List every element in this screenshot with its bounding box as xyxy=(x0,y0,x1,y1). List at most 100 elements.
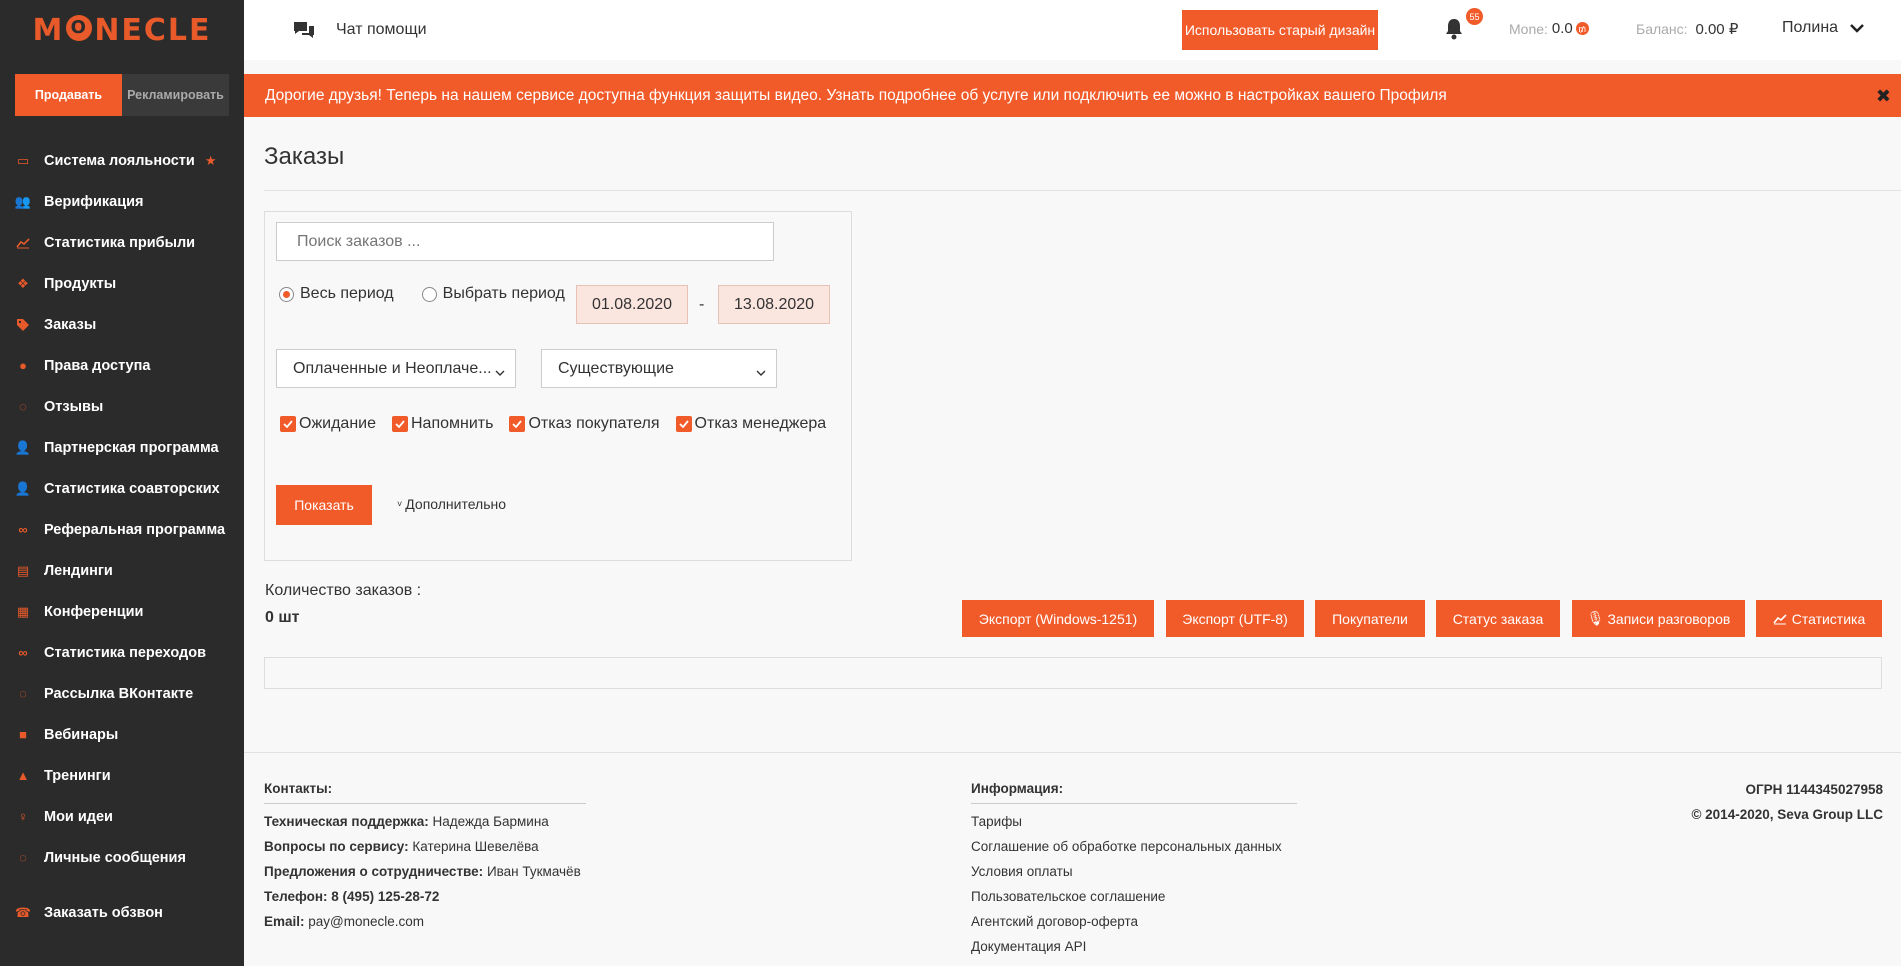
banner-text: Дорогие друзья! Теперь на нашем сервисе … xyxy=(265,86,1447,104)
old-design-button[interactable]: Использовать старый дизайн xyxy=(1182,10,1378,50)
check-icon xyxy=(280,416,296,432)
orders-count-value: 0 шт xyxy=(265,609,300,626)
order-status-button[interactable]: Статус заказа xyxy=(1436,600,1560,637)
sidebar-item-ideas[interactable]: ♀ Мои идеи xyxy=(0,796,244,837)
close-icon[interactable]: ✖ xyxy=(1876,86,1891,107)
sidebar-item-label: Отзывы xyxy=(44,398,104,415)
sidebar-item-label: Статистика соавторских xyxy=(44,480,220,497)
footer-link-payment-terms[interactable]: Условия оплаты xyxy=(971,863,1297,888)
radio-all-period[interactable] xyxy=(279,286,294,302)
phone-icon: ☎ xyxy=(14,905,32,920)
sidebar-item-landings[interactable]: ▤ Лендинги xyxy=(0,550,244,591)
sidebar-item-referral[interactable]: ∞ Реферальная программа xyxy=(0,509,244,550)
balance-value: 0.00 ₽ xyxy=(1695,21,1739,38)
footer-info: Информация: Тарифы Соглашение об обработ… xyxy=(971,781,1297,963)
sidebar-item-access-rights[interactable]: ● Права доступа xyxy=(0,345,244,386)
chevron-down-icon xyxy=(1850,23,1864,33)
copyright: © 2014-2020, Seva Group LLC xyxy=(1691,807,1883,822)
statistics-button[interactable]: Статистика xyxy=(1756,600,1882,637)
user-plus-icon: 👤 xyxy=(14,480,32,496)
page-title: Заказы xyxy=(264,143,345,170)
recordings-button[interactable]: 🎙 Записи разговоров xyxy=(1572,600,1745,637)
footer-link-agency-contract[interactable]: Агентский договор-оферта xyxy=(971,913,1297,938)
sidebar-item-messages[interactable]: ◌ Личные сообщения xyxy=(0,837,244,878)
sidebar-item-label: Рассылка ВКонтакте xyxy=(44,685,194,702)
notifications-button[interactable]: 55 xyxy=(1444,8,1483,45)
comments-icon xyxy=(292,20,316,40)
sidebar-item-affiliate[interactable]: 👤 Партнерская программа xyxy=(0,427,244,468)
support-label: Техническая поддержка: xyxy=(264,814,429,829)
sidebar-item-conferences[interactable]: ▦ Конференции xyxy=(0,591,244,632)
sidebar-item-label: Заказы xyxy=(44,316,97,333)
sidebar-item-webinars[interactable]: ■ Вебинары xyxy=(0,714,244,755)
coop-label: Предложения о сотрудничестве: xyxy=(264,864,484,879)
balance: Баланс: 0.00 ₽ xyxy=(1636,20,1738,38)
sidebar-item-products[interactable]: ❖ Продукты xyxy=(0,263,244,304)
show-button[interactable]: Показать xyxy=(276,485,372,525)
link-icon: ∞ xyxy=(18,522,28,537)
calendar-icon: ▦ xyxy=(16,603,30,619)
sidebar-item-order-call[interactable]: ☎ Заказать обзвон xyxy=(15,905,163,921)
date-to-input[interactable]: 13.08.2020 xyxy=(718,285,830,324)
logo[interactable]: M O NECLE xyxy=(0,0,244,60)
existence-select[interactable]: Существующие xyxy=(541,349,777,388)
sidebar-item-label: Заказать обзвон xyxy=(44,905,163,921)
radio-choose-period[interactable] xyxy=(421,286,437,302)
logo-text-end: NECLE xyxy=(94,12,212,48)
user-menu[interactable]: Полина xyxy=(1782,19,1864,37)
sidebar-item-reviews[interactable]: ◌ Отзывы xyxy=(0,386,244,427)
comments-icon: ◌ xyxy=(19,399,27,414)
sidebar-item-loyalty[interactable]: ▭ Система лояльности ★ xyxy=(0,140,244,181)
sidebar-item-label: Мои идеи xyxy=(44,808,113,825)
balance-label: Баланс: xyxy=(1636,21,1688,37)
existence-select-value: Существующие xyxy=(558,359,674,377)
all-period-label: Весь период xyxy=(300,285,394,302)
sidebar: M O NECLE Продавать Рекламировать ▭ Система… xyxy=(0,0,244,966)
sidebar-item-vk-mailing[interactable]: ◌ Рассылка ВКонтакте xyxy=(0,673,244,714)
date-from-input[interactable]: 01.08.2020 xyxy=(576,285,688,324)
footer-link-api-docs[interactable]: Документация API xyxy=(971,938,1297,963)
coop-contact: Предложения о сотрудничестве: Иван Тукма… xyxy=(264,863,586,888)
footer-link-user-agreement[interactable]: Пользовательское соглашение xyxy=(971,888,1297,913)
sidebar-item-trainings[interactable]: ▲ Тренинги xyxy=(0,755,244,796)
chart-line-icon xyxy=(1773,613,1787,625)
advertise-tab[interactable]: Рекламировать xyxy=(122,74,229,116)
coop-name: Иван Тукмачёв xyxy=(486,864,581,879)
footer-link-personal-data[interactable]: Соглашение об обработке персональных дан… xyxy=(971,838,1297,863)
period-radios: Весь период Выбрать период xyxy=(279,285,565,303)
phone-value: 8 (495) 125-28-72 xyxy=(331,889,440,904)
help-chat-label: Чат помощи xyxy=(336,21,427,38)
footer-contacts: Контакты: Техническая поддержка: Надежда… xyxy=(264,781,586,938)
help-chat-link[interactable]: Чат помощи xyxy=(292,20,427,40)
user-plus-icon: 👤 xyxy=(14,439,32,455)
checkbox-manager-refusal[interactable]: Отказ менеджера xyxy=(675,415,826,433)
export-windows-button[interactable]: Экспорт (Windows-1251) xyxy=(962,600,1154,637)
sidebar-item-orders[interactable]: Заказы xyxy=(0,304,244,345)
footer-link-tariffs[interactable]: Тарифы xyxy=(971,813,1297,838)
checkbox-waiting[interactable]: Ожидание xyxy=(280,415,376,433)
sidebar-item-label: Права доступа xyxy=(44,357,151,374)
search-input[interactable] xyxy=(276,222,774,261)
cubes-icon: ❖ xyxy=(17,275,29,291)
buyers-button[interactable]: Покупатели xyxy=(1315,600,1425,637)
email-link[interactable]: pay@monecle.com xyxy=(308,914,424,929)
export-utf8-button[interactable]: Экспорт (UTF-8) xyxy=(1166,600,1304,637)
sidebar-item-coauthor-stats[interactable]: 👤 Статистика соавторских xyxy=(0,468,244,509)
sell-tab[interactable]: Продавать xyxy=(15,74,122,116)
sidebar-item-label: Тренинги xyxy=(44,767,111,784)
support-contact: Техническая поддержка: Надежда Бармина xyxy=(264,813,586,838)
payment-status-select[interactable]: Оплаченные и Неоплаче... xyxy=(276,349,516,388)
checkbox-buyer-refusal[interactable]: Отказ покупателя xyxy=(509,415,660,433)
support-name: Надежда Бармина xyxy=(432,814,549,829)
checkbox-remind[interactable]: Напомнить xyxy=(392,415,493,433)
divider xyxy=(264,190,1901,191)
more-filters-toggle[interactable]: ˅ Дополнительно xyxy=(397,496,506,512)
video-icon: ■ xyxy=(19,727,27,742)
sidebar-menu: ▭ Система лояльности ★ 👥 Верификация Статис… xyxy=(0,140,244,878)
sidebar-item-label: Продукты xyxy=(44,275,117,292)
sidebar-item-traffic-stats[interactable]: ∞ Статистика переходов xyxy=(0,632,244,673)
sidebar-item-verification[interactable]: 👥 Верификация xyxy=(0,181,244,222)
sidebar-item-profit-stats[interactable]: Статистика прибыли xyxy=(0,222,244,263)
date-separator: - xyxy=(699,296,705,313)
sidebar-item-label: Система лояльности xyxy=(44,152,195,169)
